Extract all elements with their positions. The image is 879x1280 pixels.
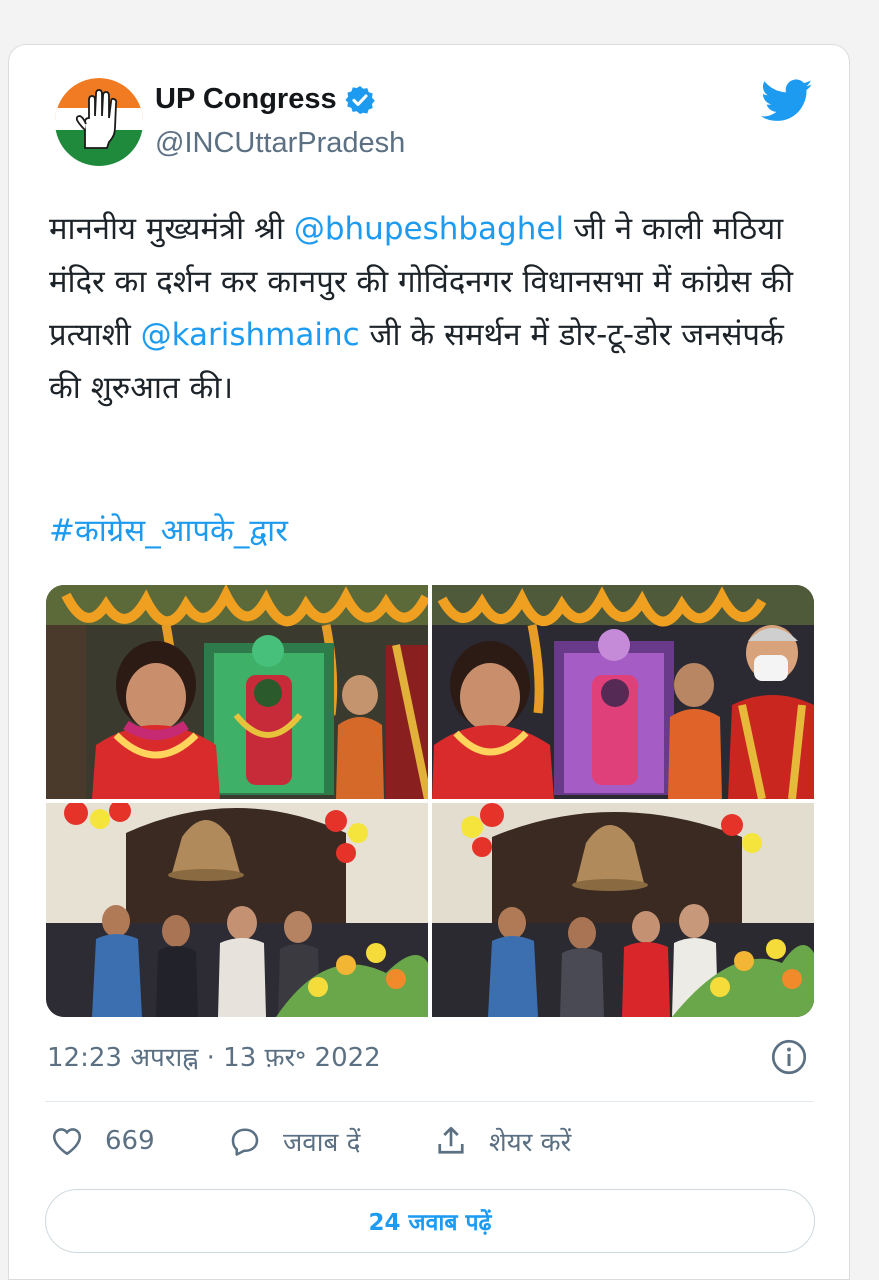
media-grid	[46, 585, 814, 1017]
heart-icon	[52, 1128, 82, 1156]
twitter-bird-icon[interactable]	[761, 79, 813, 123]
account-handle[interactable]: @INCUttarPradesh	[155, 127, 405, 160]
temple-photo-image	[46, 585, 428, 799]
like-count: 669	[105, 1126, 155, 1156]
hashtag-link[interactable]: #कांग्रेस_आपके_द्वार	[49, 509, 288, 551]
share-label: शेयर करें	[489, 1128, 572, 1158]
verified-badge-icon	[344, 85, 375, 114]
reply-bubble-icon	[231, 1128, 259, 1156]
crowd-photo-image	[46, 803, 428, 1017]
media-photo-1[interactable]	[46, 585, 428, 799]
share-button[interactable]: शेयर करें	[433, 1123, 571, 1159]
share-icon	[438, 1126, 464, 1154]
crowd-photo-image	[432, 803, 814, 1017]
tweet-text-part: माननीय मुख्यमंत्री श्री	[49, 211, 294, 247]
media-photo-2[interactable]	[432, 585, 814, 799]
mention-karishmainc[interactable]: @karishmainc	[141, 317, 360, 353]
like-button[interactable]: 669	[49, 1123, 155, 1159]
display-name[interactable]: UP Congress	[155, 83, 337, 116]
reply-label: जवाब दें	[283, 1128, 361, 1158]
tweet-timestamp[interactable]: 12:23 अपराह्न · 13 फ़र॰ 2022	[47, 1038, 381, 1074]
tweet-text: माननीय मुख्यमंत्री श्री @bhupeshbaghel ज…	[49, 203, 819, 415]
tweet-card: UP Congress @INCUttarPradesh माननीय मुख्…	[8, 44, 850, 1280]
info-icon[interactable]	[771, 1039, 807, 1075]
mention-bhupeshbaghel[interactable]: @bhupeshbaghel	[294, 211, 564, 247]
reply-button[interactable]: जवाब दें	[227, 1123, 360, 1159]
divider	[45, 1101, 813, 1102]
read-replies-button[interactable]: 24 जवाब पढ़ें	[45, 1189, 815, 1253]
name-row[interactable]: UP Congress	[155, 83, 376, 116]
congress-hand-logo-icon	[55, 78, 143, 166]
avatar[interactable]	[55, 78, 143, 166]
temple-photo-image	[432, 585, 814, 799]
media-photo-3[interactable]	[46, 803, 428, 1017]
media-photo-4[interactable]	[432, 803, 814, 1017]
